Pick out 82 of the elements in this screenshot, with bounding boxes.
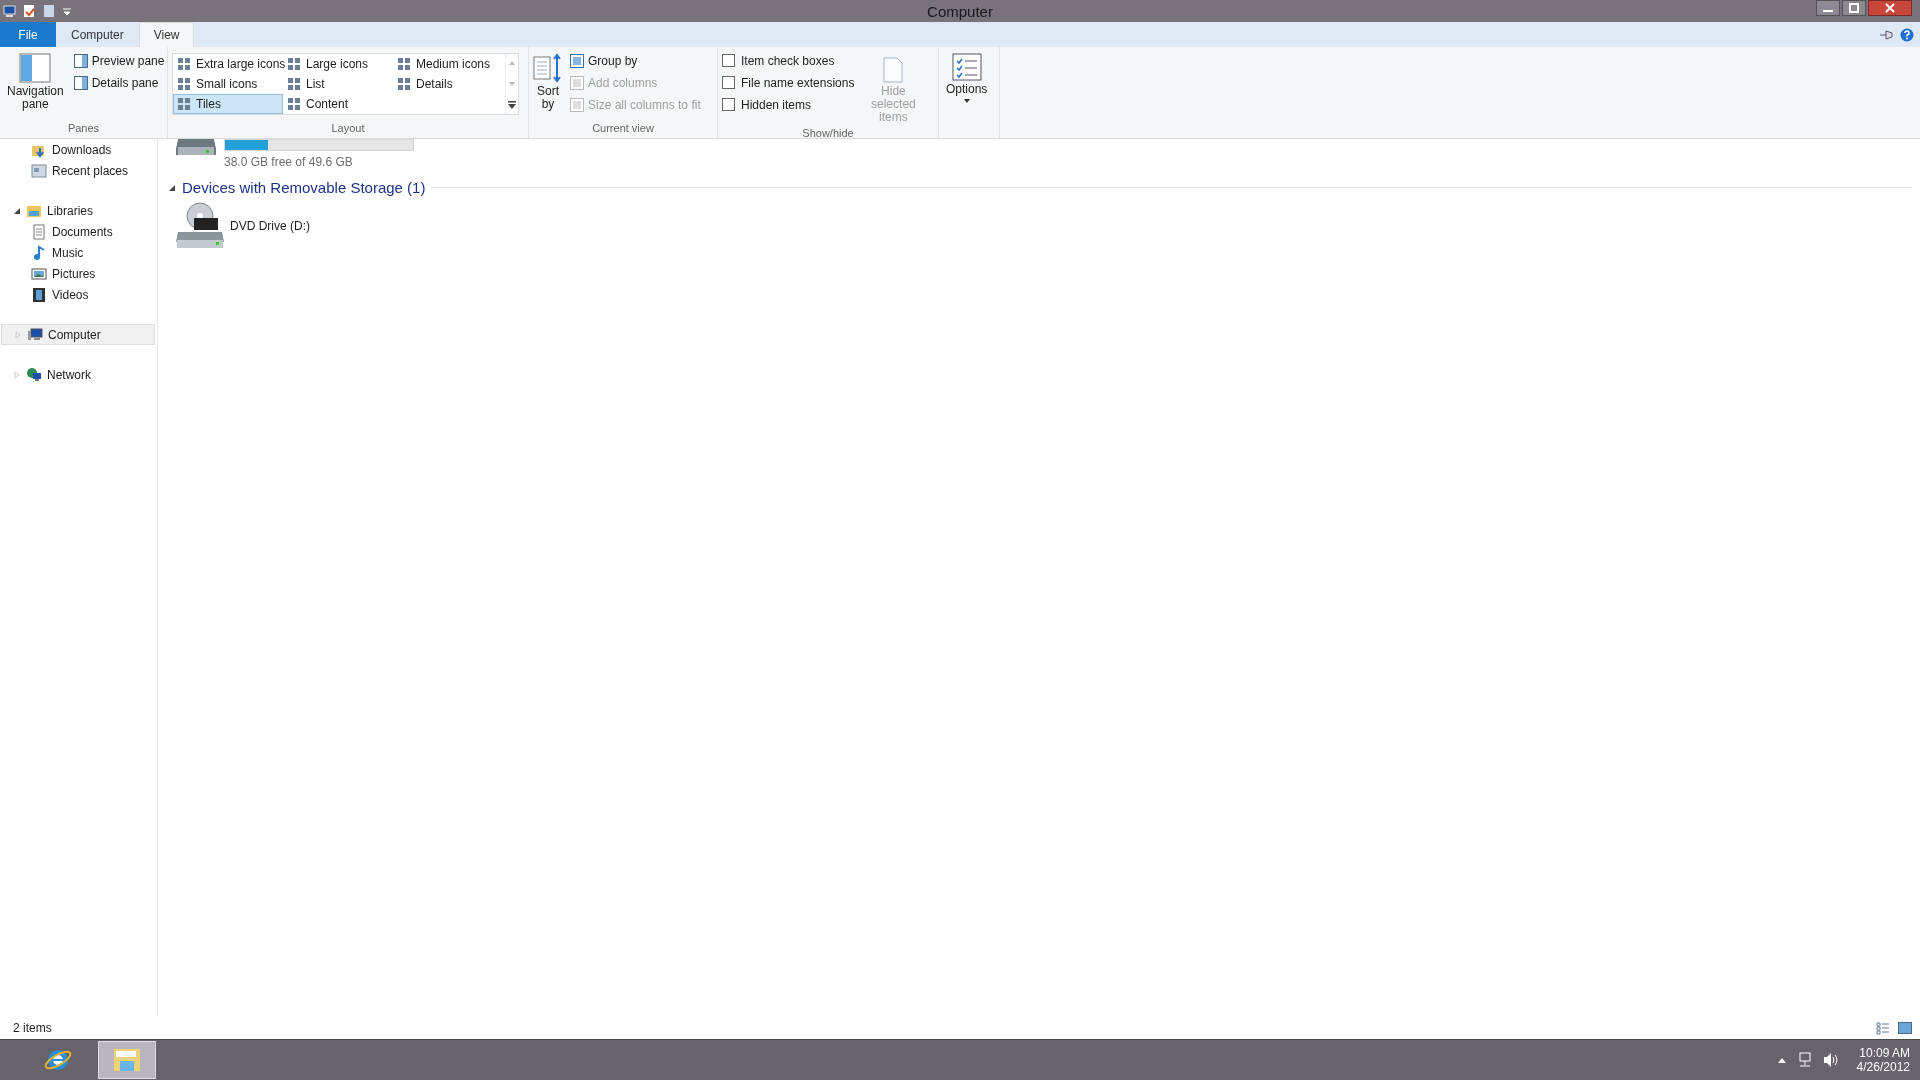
network-icon[interactable] [1796, 1052, 1813, 1068]
drive-name[interactable]: DVD Drive (D:) [230, 219, 310, 233]
computer-icon [27, 326, 43, 343]
pane-icon [73, 75, 88, 90]
hard-drive-icon [176, 139, 216, 157]
expand-gallery-icon[interactable] [507, 100, 517, 110]
new-folder-icon[interactable] [42, 4, 56, 18]
ribbon-tab[interactable]: Computer [56, 22, 139, 47]
checkbox-option[interactable]: Hidden items [722, 95, 855, 114]
nav-item[interactable]: Downloads [0, 139, 157, 160]
layout-option[interactable]: Tiles [173, 94, 283, 114]
volume-icon[interactable] [1822, 1052, 1839, 1068]
pane-layout-icon [19, 53, 52, 83]
help-icon[interactable] [1900, 27, 1914, 42]
columns-icon [570, 97, 584, 112]
recent-places-icon [31, 162, 47, 179]
columns-icon [570, 75, 584, 90]
columns-icon [570, 53, 584, 68]
layout-option[interactable]: Extra large icons [173, 54, 283, 74]
view-icon [397, 57, 411, 71]
group-label: Panes [66, 122, 101, 136]
nav-item[interactable]: Recent places [0, 160, 157, 181]
minimize-icon[interactable] [1816, 0, 1840, 16]
checkbox-option[interactable]: Item check boxes [722, 51, 855, 70]
sort-icon [533, 53, 563, 83]
layout-option[interactable]: Medium icons [393, 54, 505, 74]
close-icon[interactable] [1868, 0, 1912, 16]
dvd-drive-icon[interactable] [176, 202, 224, 250]
view-icon [287, 97, 301, 111]
options-button[interactable]: Options [943, 50, 991, 107]
layout-option[interactable]: List [283, 74, 393, 94]
nav-item[interactable]: Computer [1, 324, 155, 345]
clock-time[interactable]: 10:09 AM [1859, 1046, 1910, 1060]
nav-item[interactable]: Documents [0, 221, 157, 242]
nav-item[interactable]: Pictures [0, 263, 157, 284]
restore-icon[interactable] [1842, 0, 1866, 16]
nav-item[interactable]: Network [0, 364, 157, 385]
ribbon-tab[interactable]: View [138, 22, 195, 47]
layout-option[interactable]: Small icons [173, 74, 283, 94]
nav-item[interactable]: Libraries [0, 200, 157, 221]
view-icon [287, 77, 301, 91]
item-count: 2 items [13, 1020, 52, 1035]
pane-icon [73, 53, 88, 68]
view-icon [177, 97, 191, 111]
film-strip-icon [31, 286, 47, 303]
network-icon [26, 366, 42, 383]
view-icon [177, 77, 191, 91]
pane-button[interactable]: Details pane [72, 73, 166, 92]
page-icon [882, 57, 905, 83]
collapse-arrow-icon[interactable] [168, 183, 176, 192]
pane-button[interactable]: Preview pane [72, 51, 166, 70]
checklist-icon [951, 53, 982, 81]
caret-icon [962, 98, 971, 104]
sort-by-button[interactable]: Sort by [533, 50, 563, 114]
navigation-pane-button[interactable]: Navigation pane [4, 50, 67, 114]
view-icon [397, 77, 411, 91]
group-label: Current view [591, 122, 655, 136]
free-space-text: 38.0 GB free of 49.6 GB [224, 155, 354, 169]
document-icon [31, 223, 47, 240]
picture-icon [31, 265, 47, 282]
show-hidden-icons-icon[interactable] [1776, 1056, 1787, 1064]
view-command-button[interactable]: Group by [569, 51, 702, 70]
window-title: Computer [927, 2, 993, 20]
details-view-icon[interactable] [1876, 1020, 1890, 1035]
group-label: Show/hide [801, 127, 855, 139]
group-header[interactable]: Devices with Removable Storage (1) [182, 179, 426, 196]
properties-icon[interactable] [22, 4, 36, 18]
layout-option[interactable]: Details [393, 74, 505, 94]
view-icon [287, 57, 301, 71]
layout-option[interactable]: Content [283, 94, 393, 114]
expanded-arrow-icon[interactable] [13, 206, 21, 215]
computer-icon [2, 4, 16, 18]
clock-date[interactable]: 4/26/2012 [1856, 1060, 1910, 1074]
pin-icon[interactable] [1878, 27, 1894, 42]
large-icons-view-icon[interactable] [1898, 1020, 1912, 1035]
nav-item[interactable]: Videos [0, 284, 157, 305]
nav-item[interactable]: Music [0, 242, 157, 263]
music-note-icon [31, 244, 47, 261]
file-tab[interactable]: File [0, 22, 56, 47]
view-icon [177, 57, 191, 71]
group-label: Layout [330, 122, 366, 136]
checkbox-option[interactable]: File name extensions [722, 73, 855, 92]
